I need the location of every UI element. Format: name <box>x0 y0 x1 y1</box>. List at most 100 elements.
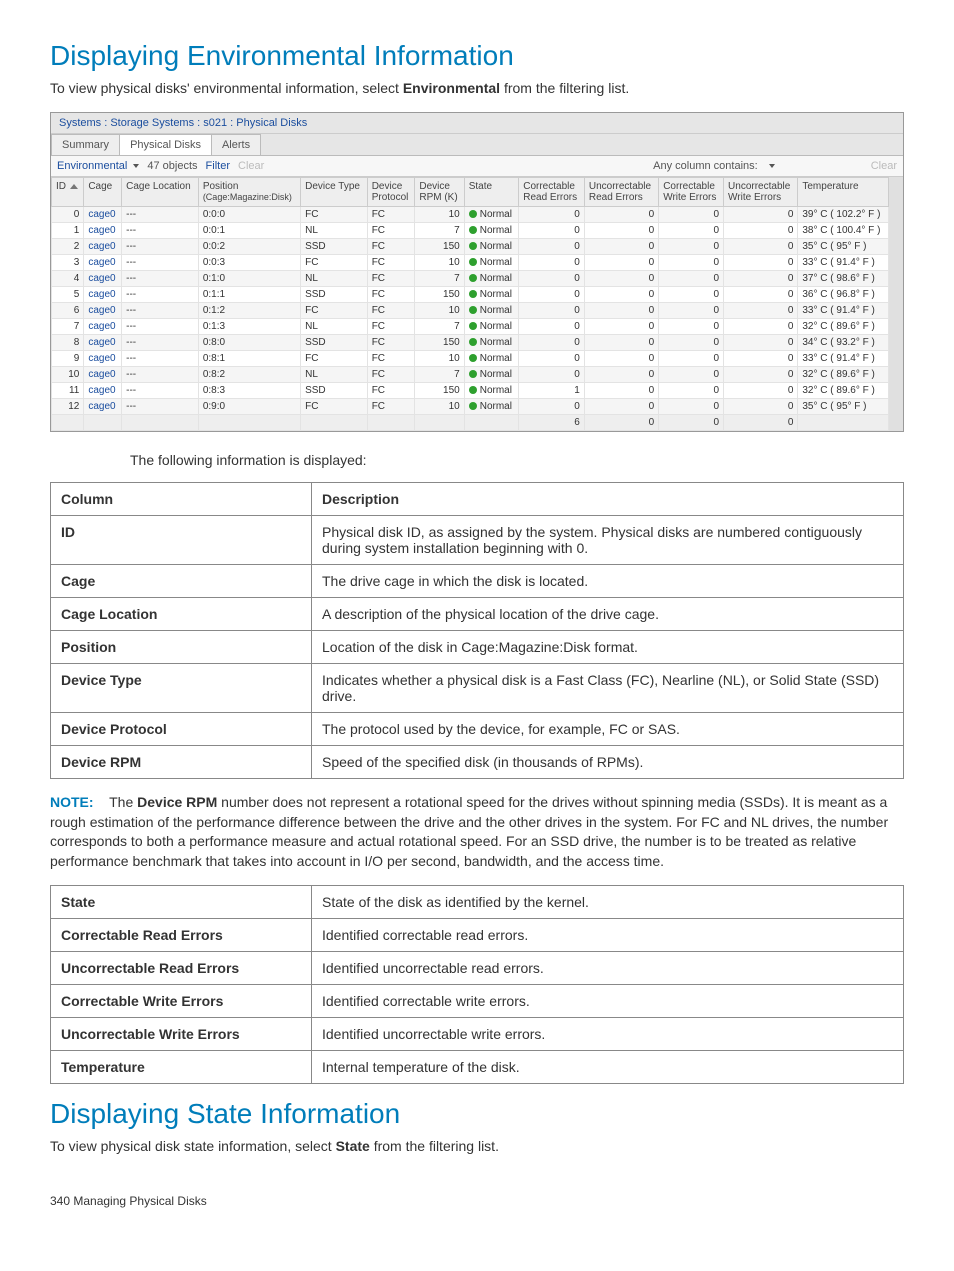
cell-cage[interactable]: cage0 <box>84 351 122 367</box>
table-row[interactable]: 5cage0---0:1:1SSDFC150Normal000036° C ( … <box>52 287 889 303</box>
table-row[interactable]: 4cage0---0:1:0NLFC7Normal000037° C ( 98.… <box>52 271 889 287</box>
desc-row: PositionLocation of the disk in Cage:Mag… <box>51 631 904 664</box>
desc-col-text: The protocol used by the device, for exa… <box>312 713 904 746</box>
cell-cage[interactable]: cage0 <box>84 223 122 239</box>
col-ure[interactable]: UncorrectableRead Errors <box>584 178 658 207</box>
cell-state: Normal <box>464 271 518 287</box>
table-row[interactable]: 8cage0---0:8:0SSDFC150Normal000034° C ( … <box>52 335 889 351</box>
table-row[interactable]: 2cage0---0:0:2SSDFC150Normal000035° C ( … <box>52 239 889 255</box>
cell-cwe: 0 <box>659 335 724 351</box>
desc-col-text: Indicates whether a physical disk is a F… <box>312 664 904 713</box>
desc-col-text: Physical disk ID, as assigned by the sys… <box>312 516 904 565</box>
col-id[interactable]: ID <box>52 178 84 207</box>
col-cage[interactable]: Cage <box>84 178 122 207</box>
col-cage-location[interactable]: Cage Location <box>122 178 199 207</box>
vertical-scrollbar[interactable] <box>889 177 903 431</box>
desc-row: StateState of the disk as identified by … <box>51 886 904 919</box>
cell-cwe: 0 <box>659 367 724 383</box>
col-position[interactable]: Position(Cage:Magazine:Disk) <box>198 178 300 207</box>
cell-position: 0:0:3 <box>198 255 300 271</box>
table-row[interactable]: 0cage0---0:0:0FCFC10Normal000039° C ( 10… <box>52 207 889 223</box>
cell-cage-location: --- <box>122 367 199 383</box>
col-state[interactable]: State <box>464 178 518 207</box>
table-row[interactable]: 1cage0---0:0:1NLFC7Normal000038° C ( 100… <box>52 223 889 239</box>
cell-cage[interactable]: cage0 <box>84 383 122 399</box>
cell-cage[interactable]: cage0 <box>84 271 122 287</box>
cell-cwe: 0 <box>659 271 724 287</box>
desc-col-text: The drive cage in which the disk is loca… <box>312 565 904 598</box>
tab-physical-disks[interactable]: Physical Disks <box>119 134 212 155</box>
table-row[interactable]: 12cage0---0:9:0FCFC10Normal000035° C ( 9… <box>52 399 889 415</box>
cell-cage[interactable]: cage0 <box>84 239 122 255</box>
col-uwe[interactable]: UncorrectableWrite Errors <box>724 178 798 207</box>
cell-device-rpm: 150 <box>415 239 464 255</box>
col-cwe[interactable]: CorrectableWrite Errors <box>659 178 724 207</box>
cell-device-rpm: 150 <box>415 287 464 303</box>
cell-cage[interactable]: cage0 <box>84 367 122 383</box>
cell-device-rpm: 7 <box>415 367 464 383</box>
cell-device-protocol: FC <box>367 287 415 303</box>
desc-col-text: Identified uncorrectable write errors. <box>312 1018 904 1051</box>
footer-ure: 0 <box>584 415 658 431</box>
cell-uwe: 0 <box>724 351 798 367</box>
col-device-type[interactable]: Device Type <box>301 178 368 207</box>
cell-device-type: NL <box>301 223 368 239</box>
desc-row: CageThe drive cage in which the disk is … <box>51 565 904 598</box>
page-footer: 340 Managing Physical Disks <box>50 1194 904 1208</box>
cell-device-type: FC <box>301 399 368 415</box>
cell-state: Normal <box>464 351 518 367</box>
cell-device-rpm: 150 <box>415 335 464 351</box>
status-normal-icon <box>469 226 477 234</box>
cell-device-type: NL <box>301 319 368 335</box>
cell-state: Normal <box>464 287 518 303</box>
screenshot-panel: Systems : Storage Systems : s021 : Physi… <box>50 112 904 432</box>
table-row[interactable]: 11cage0---0:8:3SSDFC150Normal100032° C (… <box>52 383 889 399</box>
clear-filter-button[interactable]: Clear <box>238 160 264 172</box>
col-device-protocol[interactable]: DeviceProtocol <box>367 178 415 207</box>
desc-header-column: Column <box>51 483 312 516</box>
cell-cage[interactable]: cage0 <box>84 303 122 319</box>
cell-cage[interactable]: cage0 <box>84 207 122 223</box>
cell-cre: 0 <box>519 399 585 415</box>
cell-cwe: 0 <box>659 351 724 367</box>
cell-cage[interactable]: cage0 <box>84 335 122 351</box>
intro2-strong: State <box>336 1138 370 1154</box>
cell-position: 0:1:1 <box>198 287 300 303</box>
cell-cage[interactable]: cage0 <box>84 319 122 335</box>
clear-search-button[interactable]: Clear <box>871 160 897 172</box>
cell-device-protocol: FC <box>367 383 415 399</box>
cell-device-protocol: FC <box>367 319 415 335</box>
cell-id: 5 <box>52 287 84 303</box>
column-description-table-2: StateState of the disk as identified by … <box>50 885 904 1084</box>
cell-temperature: 32° C ( 89.6° F ) <box>798 383 889 399</box>
col-cre[interactable]: CorrectableRead Errors <box>519 178 585 207</box>
cell-temperature: 34° C ( 93.2° F ) <box>798 335 889 351</box>
col-temperature[interactable]: Temperature <box>798 178 889 207</box>
table-row[interactable]: 7cage0---0:1:3NLFC7Normal000032° C ( 89.… <box>52 319 889 335</box>
tab-summary[interactable]: Summary <box>51 134 120 155</box>
tab-alerts[interactable]: Alerts <box>211 134 261 155</box>
col-device-rpm[interactable]: DeviceRPM (K) <box>415 178 464 207</box>
cell-cage[interactable]: cage0 <box>84 287 122 303</box>
table-row[interactable]: 10cage0---0:8:2NLFC7Normal000032° C ( 89… <box>52 367 889 383</box>
desc-col-name: Cage Location <box>51 598 312 631</box>
filter-button[interactable]: Filter <box>206 160 230 172</box>
cell-state: Normal <box>464 319 518 335</box>
cell-cage[interactable]: cage0 <box>84 255 122 271</box>
desc-col-text: A description of the physical location o… <box>312 598 904 631</box>
filter-mode-dropdown[interactable]: Environmental <box>57 160 139 172</box>
note-block: NOTE: The Device RPM number does not rep… <box>50 793 904 871</box>
cell-device-protocol: FC <box>367 255 415 271</box>
table-row[interactable]: 9cage0---0:8:1FCFC10Normal000033° C ( 91… <box>52 351 889 367</box>
cell-cwe: 0 <box>659 255 724 271</box>
cell-cage[interactable]: cage0 <box>84 399 122 415</box>
cell-device-rpm: 150 <box>415 383 464 399</box>
cell-position: 0:1:0 <box>198 271 300 287</box>
cell-ure: 0 <box>584 335 658 351</box>
table-row[interactable]: 3cage0---0:0:3FCFC10Normal000033° C ( 91… <box>52 255 889 271</box>
cell-uwe: 0 <box>724 367 798 383</box>
cell-cage-location: --- <box>122 271 199 287</box>
cell-device-protocol: FC <box>367 207 415 223</box>
table-row[interactable]: 6cage0---0:1:2FCFC10Normal000033° C ( 91… <box>52 303 889 319</box>
cell-device-protocol: FC <box>367 367 415 383</box>
